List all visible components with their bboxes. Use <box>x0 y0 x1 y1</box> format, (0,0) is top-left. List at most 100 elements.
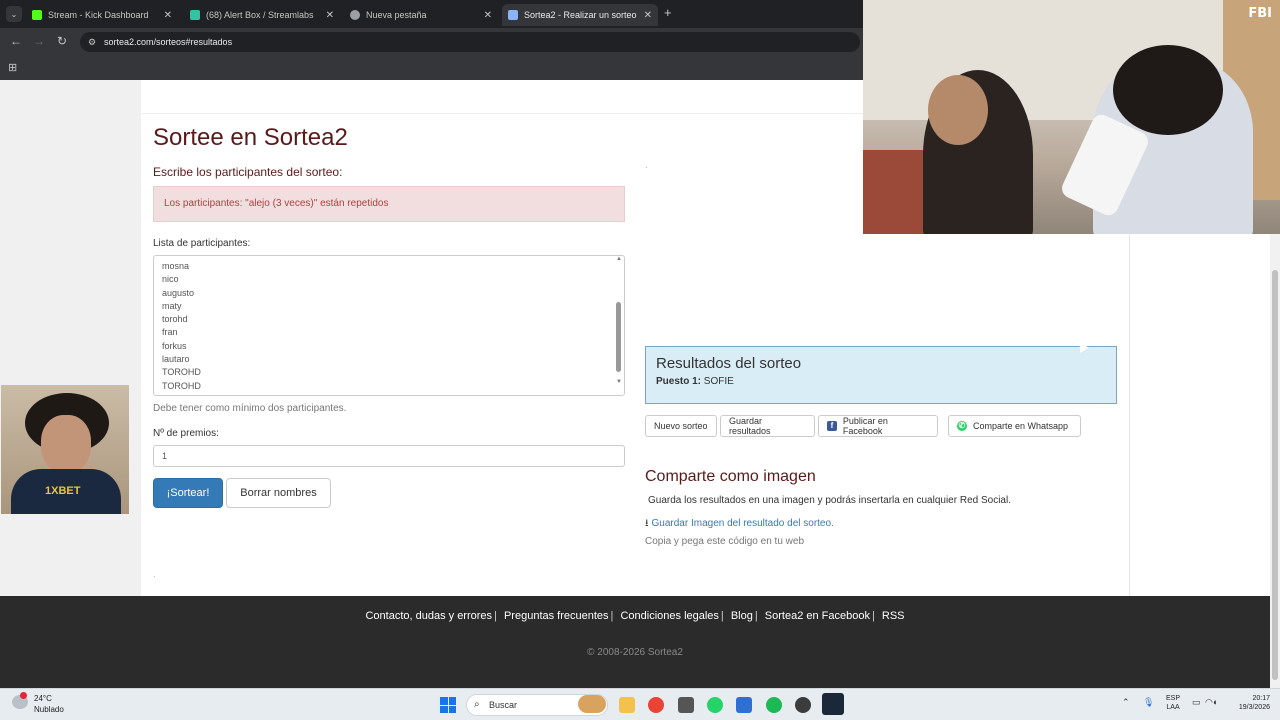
clock-time: 20:17 <box>1252 695 1270 702</box>
whatsapp-share-label: Comparte en Whatsapp <box>973 421 1069 431</box>
url-text: sortea2.com/sorteos#resultados <box>104 37 233 47</box>
participants-subtitle: Escribe los participantes del sorteo: <box>153 165 343 179</box>
forward-icon[interactable]: → <box>33 34 45 48</box>
participants-list: mosna nico augusto maty torohd fran forkus laut… <box>162 260 201 393</box>
apps-grid-icon[interactable]: ⊞ <box>8 61 17 74</box>
footer-link-contact[interactable]: Contacto, dudas y errores <box>365 610 492 622</box>
duplicate-alert: Los participantes: "alejo (3 veces)" est… <box>153 186 625 222</box>
participant-line: forkus <box>162 340 187 351</box>
participant-line: TOROHD <box>162 380 201 391</box>
language-indicator[interactable]: ESP LAA <box>1166 694 1180 712</box>
position-label: Puesto 1: <box>656 376 702 387</box>
tray-chevron-icon[interactable]: ⌃ <box>1122 697 1130 708</box>
tab-new-tab[interactable]: Nueva pestaña ✕ <box>344 4 498 26</box>
dot-marker: · <box>645 163 648 172</box>
textarea-scrollbar[interactable] <box>616 302 621 372</box>
scroll-up-icon[interactable]: ▲ <box>616 256 622 262</box>
results-panel: Resultados del sorteo Puesto 1: SOFIE <box>645 346 1117 404</box>
mic-icon[interactable]: 🎙 <box>1143 697 1154 708</box>
tab-title: Sortea2 - Realizar un sorteo <box>524 10 637 20</box>
webcam-overlay-streamer: 1XBET <box>1 385 129 514</box>
copyright: © 2008-2026 Sortea2 <box>587 647 683 658</box>
footer-link-facebook[interactable]: Sortea2 en Facebook <box>765 610 870 622</box>
weather-temp[interactable]: 24°C <box>34 694 52 703</box>
system-clock[interactable]: 20:17 19/3/2026 <box>1222 694 1270 712</box>
whatsapp-app-icon[interactable] <box>707 697 723 713</box>
lang-bottom: LAA <box>1166 704 1180 711</box>
footer-link-legal[interactable]: Condiciones legales <box>620 610 718 622</box>
search-icon: ⌕ <box>474 699 480 710</box>
share-description: Guarda los resultados en una imagen y po… <box>648 495 1011 506</box>
page-scrollbar[interactable] <box>1270 234 1280 686</box>
copy-code-text: Copia y pega este código en tu web <box>645 536 804 547</box>
clear-names-button[interactable]: Borrar nombres <box>226 478 331 508</box>
save-results-button[interactable]: Guardar resultados <box>720 415 815 437</box>
close-icon[interactable]: ✕ <box>644 10 652 21</box>
file-explorer-icon[interactable] <box>619 697 635 713</box>
close-icon[interactable]: ✕ <box>164 10 172 21</box>
new-draw-label: Nuevo sorteo <box>654 421 708 431</box>
site-info-icon[interactable]: ⚙ <box>88 37 96 48</box>
footer-links: Contacto, dudas y errores | Preguntas fre… <box>365 610 905 622</box>
participant-line: lautaro <box>162 354 190 365</box>
notification-dot <box>20 692 27 699</box>
facebook-share-button[interactable]: f Publicar en Facebook <box>818 415 938 437</box>
new-tab-icon[interactable]: + <box>664 5 672 20</box>
obs-icon[interactable] <box>795 697 811 713</box>
whatsapp-share-button[interactable]: ✆ Comparte en Whatsapp <box>948 415 1081 437</box>
footer-link-faq[interactable]: Preguntas frecuentes <box>504 610 609 622</box>
save-image-link[interactable]: ⭳ Guardar Imagen del resultado del sorteo… <box>645 516 834 533</box>
mail-icon[interactable] <box>736 697 752 713</box>
close-icon[interactable]: ✕ <box>326 10 334 21</box>
download-icon: ⭳ <box>645 518 649 529</box>
store-icon[interactable] <box>678 697 694 713</box>
prizes-label: Nº de premios: <box>153 428 219 439</box>
page-title: Sortee en Sortea2 <box>153 124 348 151</box>
footer-link-blog[interactable]: Blog <box>731 610 753 622</box>
spotify-icon[interactable] <box>766 697 782 713</box>
tab-streamlabs[interactable]: (68) Alert Box / Streamlabs ✕ <box>184 4 340 26</box>
monitor-icon[interactable]: ▭ <box>1192 697 1201 708</box>
back-icon[interactable]: ← <box>10 34 22 48</box>
new-draw-button[interactable]: Nuevo sorteo <box>645 415 717 437</box>
address-bar[interactable]: ⚙ sortea2.com/sorteos#resultados <box>80 32 860 52</box>
tab-title: Nueva pestaña <box>366 10 427 20</box>
participant-line: torohd <box>162 314 188 325</box>
footer-link-rss[interactable]: RSS <box>882 610 905 622</box>
chrome-icon[interactable] <box>648 697 664 713</box>
whatsapp-icon: ✆ <box>957 421 967 431</box>
steam-icon[interactable] <box>822 693 844 715</box>
results-title: Resultados del sorteo <box>656 355 802 372</box>
search-placeholder: Buscar <box>489 700 518 710</box>
participant-line: mosna <box>162 261 190 271</box>
windows-taskbar: 24°C Nublado ⌕ Buscar ⌃ 🎙 ESP LAA ▭ ◠ ◖ … <box>0 688 1280 720</box>
close-icon[interactable]: ✕ <box>484 10 492 21</box>
share-title: Comparte como imagen <box>645 468 816 485</box>
scroll-thumb[interactable] <box>1272 270 1278 680</box>
tab-sortea2[interactable]: Sortea2 - Realizar un sorteo ✕ <box>502 4 658 26</box>
tab-title: Stream - Kick Dashboard <box>48 10 149 20</box>
shirt-logo: 1XBET <box>45 485 81 497</box>
windows-start-icon[interactable] <box>440 697 456 713</box>
weather-condition[interactable]: Nublado <box>34 705 64 714</box>
sortea2-icon <box>508 10 518 20</box>
participant-line: TOROHD <box>162 367 201 378</box>
cam-tag: FBI <box>1248 6 1272 21</box>
draw-button[interactable]: ¡Sortear! <box>153 478 223 508</box>
kick-icon <box>32 10 42 20</box>
winner-name: SOFIE <box>703 376 734 387</box>
winner-row: Puesto 1: SOFIE <box>656 376 1106 387</box>
divider <box>141 113 863 114</box>
search-highlight-icon[interactable] <box>578 695 606 713</box>
lang-top: ESP <box>1166 695 1181 702</box>
webcam-overlay-main: FBI <box>863 0 1280 234</box>
tab-search-icon[interactable]: ⌄ <box>6 6 22 22</box>
scroll-down-icon[interactable]: ▼ <box>616 379 622 385</box>
tab-kick-dashboard[interactable]: Stream - Kick Dashboard ✕ <box>26 4 178 26</box>
volume-icon[interactable]: ◖ <box>1212 697 1217 707</box>
prizes-input[interactable]: 1 <box>153 445 625 467</box>
clock-date: 19/3/2026 <box>1238 704 1270 711</box>
reload-icon[interactable]: ↻ <box>57 34 67 48</box>
save-results-label: Guardar resultados <box>729 416 771 436</box>
participants-textarea[interactable]: mosna nico augusto maty torohd fran forkus laut… <box>153 255 625 396</box>
